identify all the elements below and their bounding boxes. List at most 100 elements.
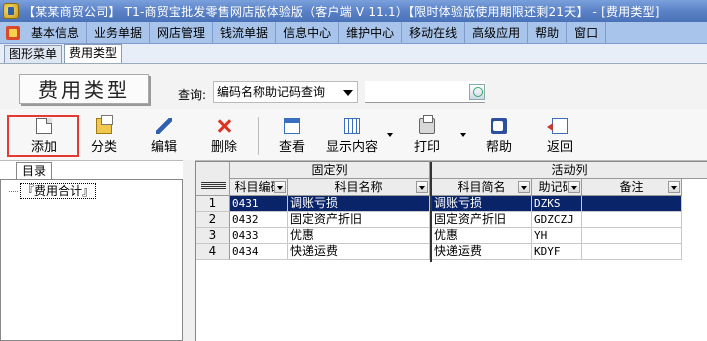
cell-mnemonic[interactable]: YH bbox=[532, 228, 582, 244]
row-number: 1 bbox=[196, 196, 230, 212]
menu-advanced[interactable]: 高级应用 bbox=[465, 21, 529, 44]
query-input[interactable] bbox=[365, 81, 485, 103]
chevron-down-icon[interactable] bbox=[343, 90, 353, 96]
category-button[interactable]: 分类 bbox=[74, 112, 134, 158]
cell-code[interactable]: 0431 bbox=[230, 196, 288, 212]
print-button-label: 打印 bbox=[413, 140, 440, 155]
tab-graphic-menu[interactable]: 图形菜单 bbox=[4, 45, 63, 63]
table-row[interactable]: 2 0432 固定资产折旧 固定资产折旧 GDZCZJ bbox=[196, 212, 707, 228]
pen-icon bbox=[156, 118, 172, 134]
menu-bar: 基本信息 业务单据 网店管理 钱流单据 信息中心 维护中心 移动在线 高级应用 … bbox=[0, 21, 707, 44]
row-number: 3 bbox=[196, 228, 230, 244]
menu-window[interactable]: 窗口 bbox=[567, 21, 607, 44]
chevron-down-icon[interactable] bbox=[518, 181, 530, 193]
display-content-button[interactable]: 显示内容 bbox=[322, 112, 382, 158]
help-button-label: 帮助 bbox=[485, 140, 512, 155]
column-header-mnemonic[interactable]: 助记码 bbox=[532, 179, 582, 196]
cell-code[interactable]: 0434 bbox=[230, 244, 288, 260]
add-button-highlight bbox=[7, 115, 79, 157]
page-title: 费用类型 bbox=[19, 74, 149, 104]
menu-basic-info[interactable]: 基本信息 bbox=[24, 21, 88, 44]
display-dropdown-icon[interactable] bbox=[387, 133, 393, 137]
cell-mnemonic[interactable]: GDZCZJ bbox=[532, 212, 582, 228]
cell-name[interactable]: 固定资产折旧 bbox=[288, 212, 430, 228]
cell-code[interactable]: 0432 bbox=[230, 212, 288, 228]
search-icon[interactable] bbox=[469, 84, 485, 100]
cell-remark[interactable] bbox=[582, 212, 682, 228]
cell-remark[interactable] bbox=[582, 244, 682, 260]
edit-button-label: 编辑 bbox=[150, 140, 177, 155]
delete-button-label: 删除 bbox=[210, 140, 237, 155]
chevron-down-icon[interactable] bbox=[274, 181, 286, 193]
cell-name[interactable]: 优惠 bbox=[288, 228, 430, 244]
back-button-label: 返回 bbox=[546, 140, 573, 155]
window-title: 【某某商贸公司】 T1-商贸宝批发零售网店版体验版（客户端 V 11.1）【限时… bbox=[23, 4, 660, 19]
view-button[interactable]: 查看 bbox=[262, 112, 322, 158]
column-header-name[interactable]: 科目名称 bbox=[288, 179, 430, 196]
help-book-icon bbox=[491, 118, 507, 134]
cell-name[interactable]: 调账亏损 bbox=[288, 196, 430, 212]
tree-root-label: 『费用合计』 bbox=[20, 183, 97, 199]
columns-icon bbox=[344, 118, 360, 134]
edit-button[interactable]: 编辑 bbox=[134, 112, 194, 158]
printer-icon bbox=[419, 115, 435, 134]
cell-short[interactable]: 优惠 bbox=[432, 228, 532, 244]
row-number: 4 bbox=[196, 244, 230, 260]
menu-mobile[interactable]: 移动在线 bbox=[402, 21, 466, 44]
table-row[interactable]: 4 0434 快递运费 快递运费 KDYF bbox=[196, 244, 707, 260]
cell-mnemonic[interactable]: DZKS bbox=[532, 196, 582, 212]
cell-short[interactable]: 调账亏损 bbox=[432, 196, 532, 212]
document-tabs: 图形菜单 费用类型 bbox=[0, 44, 707, 64]
title-bar: 【某某商贸公司】 T1-商贸宝批发零售网店版体验版（客户端 V 11.1）【限时… bbox=[0, 0, 707, 22]
query-mode-select[interactable]: 编码名称助记码查询 bbox=[213, 81, 358, 103]
cell-short[interactable]: 固定资产折旧 bbox=[432, 212, 532, 228]
panel-splitter[interactable] bbox=[183, 160, 195, 341]
folder-icon bbox=[96, 115, 113, 134]
view-window-icon bbox=[284, 118, 300, 134]
menu-cash-docs[interactable]: 钱流单据 bbox=[213, 21, 277, 44]
cell-short[interactable]: 快递运费 bbox=[432, 244, 532, 260]
menu-online-store[interactable]: 网店管理 bbox=[150, 21, 214, 44]
cell-name[interactable]: 快递运费 bbox=[288, 244, 430, 260]
exit-icon bbox=[547, 118, 568, 134]
column-name-label: 科目名称 bbox=[334, 180, 383, 194]
expense-grid: 固定列 活动列 科目编码 科目名称 科目简名 助记码 备注 1 0431 调账亏… bbox=[195, 161, 707, 341]
chevron-down-icon[interactable] bbox=[416, 181, 428, 193]
chevron-down-icon[interactable] bbox=[568, 181, 580, 193]
menu-business-docs[interactable]: 业务单据 bbox=[87, 21, 151, 44]
back-button[interactable]: 返回 bbox=[530, 112, 590, 158]
cell-remark[interactable] bbox=[582, 196, 682, 212]
fixed-columns-band: 固定列 bbox=[230, 162, 430, 179]
column-header-short[interactable]: 科目简名 bbox=[432, 179, 532, 196]
table-row[interactable]: 1 0431 调账亏损 调账亏损 DZKS bbox=[196, 196, 707, 212]
toolbar-divider bbox=[258, 117, 259, 155]
document-menu-icon[interactable] bbox=[6, 25, 20, 40]
menu-info-center[interactable]: 信息中心 bbox=[276, 21, 340, 44]
help-button[interactable]: 帮助 bbox=[469, 112, 529, 158]
print-dropdown-icon[interactable] bbox=[460, 133, 466, 137]
cell-code[interactable]: 0433 bbox=[230, 228, 288, 244]
display-content-label: 显示内容 bbox=[325, 140, 378, 155]
category-button-label: 分类 bbox=[90, 140, 117, 155]
tree-tab[interactable]: 目录 bbox=[16, 162, 52, 179]
active-columns-band: 活动列 bbox=[432, 162, 707, 179]
view-button-label: 查看 bbox=[278, 140, 305, 155]
app-icon bbox=[3, 3, 19, 19]
menu-maintenance[interactable]: 维护中心 bbox=[339, 21, 403, 44]
toolbar: 添加 分类 编辑 删除 查看 显示内容 打印 帮助 返回 bbox=[0, 109, 707, 161]
delete-x-icon bbox=[216, 118, 232, 134]
delete-button[interactable]: 删除 bbox=[194, 112, 254, 158]
chevron-down-icon[interactable] bbox=[668, 181, 680, 193]
cell-mnemonic[interactable]: KDYF bbox=[532, 244, 582, 260]
tree-root-item[interactable]: 『费用合计』 bbox=[9, 182, 97, 199]
list-lines-icon bbox=[201, 182, 226, 190]
category-tree: 『费用合计』 bbox=[0, 179, 183, 341]
column-header-code[interactable]: 科目编码 bbox=[230, 179, 288, 196]
row-header-corner[interactable] bbox=[196, 162, 230, 196]
table-row[interactable]: 3 0433 优惠 优惠 YH bbox=[196, 228, 707, 244]
column-header-remark[interactable]: 备注 bbox=[582, 179, 682, 196]
cell-remark[interactable] bbox=[582, 228, 682, 244]
print-button[interactable]: 打印 bbox=[397, 112, 457, 158]
tab-expense-types[interactable]: 费用类型 bbox=[64, 44, 123, 63]
menu-help[interactable]: 帮助 bbox=[528, 21, 568, 44]
